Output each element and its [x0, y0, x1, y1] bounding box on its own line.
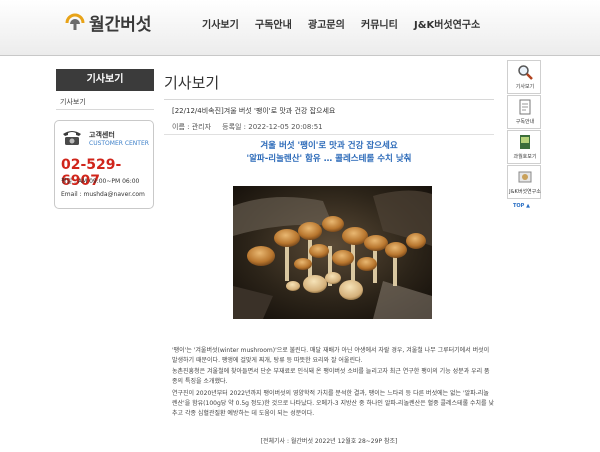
logo-text: 월간버섯 — [89, 14, 152, 35]
article-headline: 겨울 버섯 '팽이'로 맛과 건강 잡으세요 — [260, 141, 398, 151]
quick-item-label: 기사보기 — [515, 84, 535, 90]
scroll-top-button[interactable]: TOP ▲ — [513, 203, 530, 209]
customer-center-box: 고객센터 CUSTOMER CENTER 02-529-6907 평일 : AM… — [54, 120, 154, 209]
mushroom-logo-icon — [65, 13, 85, 30]
quick-item-back-issues[interactable]: 과월호보기 — [507, 130, 541, 164]
sidebar-item-articles[interactable]: 기사보기 — [60, 97, 86, 107]
article-source: [전체기사 : 월간버섯 2022년 12월호 28~29P 참조] — [260, 438, 398, 445]
quick-item-lab[interactable]: J&K버섯연구소 — [507, 165, 541, 199]
business-hours: 평일 : AM 09:00~PM 06:00 — [61, 178, 140, 185]
nav-item-advertising[interactable]: 광고문의 — [308, 16, 345, 31]
quick-item-label: J&K버섯연구소 — [509, 189, 541, 195]
telephone-icon — [63, 131, 81, 145]
site-header: 월간버섯 기사보기 구독안내 광고문의 커뮤니티 J&K버섯연구소 — [0, 0, 600, 56]
meta-divider — [164, 134, 494, 135]
document-icon — [519, 99, 531, 115]
nav-item-lab[interactable]: J&K버섯연구소 — [414, 16, 480, 31]
article-subheadline: '알파-리놀렌산' 함유 … 콜레스테롤 수치 낮춰 — [246, 154, 412, 164]
customer-center-label: 고객센터 — [89, 131, 115, 139]
page-title: 기사보기 — [164, 74, 220, 92]
article-title: [22/12/4비속진]겨울 버섯 '팽이'로 맛과 건강 잡으세요 — [172, 107, 336, 115]
magazine-icon — [520, 135, 530, 149]
quick-item-subscription[interactable]: 구독안내 — [507, 95, 541, 129]
article-paragraph: '팽이'는 '겨울버섯(winter mushroom)'으로 불린다. 매달 … — [172, 347, 490, 364]
magnifier-icon — [518, 65, 533, 80]
sidebar-title: 기사보기 — [56, 69, 154, 91]
site-logo[interactable]: 월간버섯 — [64, 10, 152, 35]
nav-item-subscription[interactable]: 구독안내 — [255, 16, 292, 31]
title-divider — [164, 99, 494, 100]
nav-item-community[interactable]: 커뮤니티 — [361, 16, 398, 31]
quick-item-label: 과월호보기 — [513, 154, 537, 160]
article-paragraph: 연구진이 2020년부터 2022년까지 팽이버섯의 영양학적 가치를 분석한 … — [172, 390, 495, 417]
contact-email[interactable]: Email : mushda@naver.com — [61, 191, 145, 198]
mushroom-photo — [233, 186, 432, 319]
mushroom-photo-image — [233, 186, 432, 319]
quick-item-label: 구독안내 — [515, 119, 535, 125]
scroll-top-label: TOP — [513, 203, 525, 209]
quick-item-articles[interactable]: 기사보기 — [507, 60, 541, 94]
lab-icon — [518, 171, 532, 183]
article-meta: 이름 : 관리자 등록일 : 2022-12-05 20:08:51 — [172, 123, 323, 131]
nav-item-articles[interactable]: 기사보기 — [202, 16, 239, 31]
article-paragraph: 농촌진흥청은 겨울철에 찾아들면서 단순 부재료로 인식돼 온 팽이버섯 소비를… — [172, 368, 490, 385]
customer-center-label-en: CUSTOMER CENTER — [89, 140, 149, 147]
arrow-up-icon: ▲ — [524, 203, 530, 209]
sidebar-divider — [56, 109, 154, 110]
